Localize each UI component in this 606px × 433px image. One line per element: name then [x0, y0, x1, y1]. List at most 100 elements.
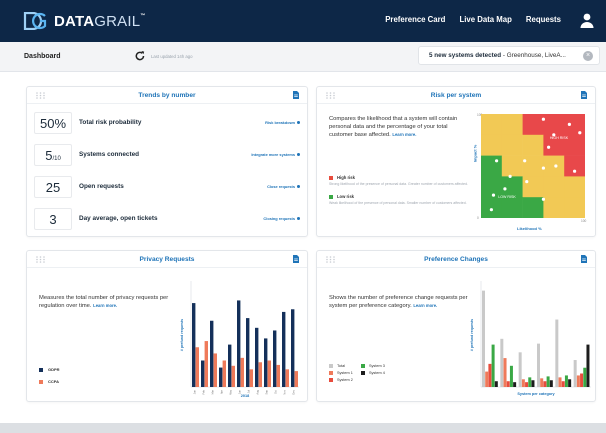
bar-system-3[interactable] [509, 365, 513, 387]
bar-gdpr[interactable] [210, 320, 214, 387]
learn-more-link[interactable]: Learn more. [392, 132, 416, 137]
document-icon[interactable] [293, 91, 299, 99]
system-point[interactable] [541, 117, 545, 121]
bar-gdpr[interactable] [246, 318, 250, 387]
document-icon[interactable] [581, 255, 587, 263]
document-icon[interactable] [293, 255, 299, 263]
bar-total[interactable] [573, 360, 577, 387]
bar-ccpa[interactable] [213, 353, 217, 387]
bar-system-4[interactable] [549, 380, 553, 387]
bar-total[interactable] [555, 319, 559, 387]
nav-live-data-map[interactable]: Live Data Map [459, 15, 511, 24]
system-point[interactable] [503, 187, 507, 191]
bar-ccpa[interactable] [258, 362, 262, 387]
bar-ccpa[interactable] [276, 364, 280, 387]
system-point[interactable] [554, 164, 558, 168]
heatmap-cell [522, 176, 544, 198]
bar-gdpr[interactable] [282, 311, 286, 387]
system-point[interactable] [578, 131, 582, 135]
close-requests-link[interactable]: Close requests [267, 184, 300, 189]
system-point[interactable] [523, 159, 527, 163]
x-tick-label: Mar [211, 390, 215, 395]
bar-gdpr[interactable] [291, 309, 295, 387]
system-point[interactable] [491, 193, 496, 197]
learn-more-link[interactable]: Learn more. [93, 303, 117, 308]
bar-system-1[interactable] [485, 371, 489, 387]
card-title: Risk per system [430, 91, 482, 99]
bar-system-4[interactable] [494, 381, 498, 387]
system-point[interactable] [541, 197, 545, 201]
bar-ccpa[interactable] [222, 360, 226, 388]
bar-ccpa[interactable] [240, 357, 244, 387]
bar-gdpr[interactable] [255, 327, 259, 387]
bar-system-3[interactable] [528, 377, 532, 387]
bar-gdpr[interactable] [273, 330, 277, 387]
bar-system-1[interactable] [558, 377, 562, 387]
bar-total[interactable] [537, 343, 540, 387]
new-systems-alert[interactable]: 5 new systems detected - Greenhouse, Liv… [418, 46, 600, 65]
bar-gdpr[interactable] [237, 300, 241, 387]
bar-ccpa[interactable] [195, 347, 199, 387]
datagrail-logo[interactable]: DATAGRAIL™ [23, 12, 145, 30]
bar-ccpa[interactable] [294, 371, 298, 387]
bar-system-2[interactable] [543, 381, 547, 387]
bar-system-3[interactable] [564, 375, 568, 387]
heatmap-cell [522, 155, 544, 177]
bar-system-4[interactable] [531, 380, 535, 387]
risk-breakdown-link[interactable]: Risk breakdown [265, 120, 300, 125]
bar-system-1[interactable] [503, 358, 507, 387]
closing-requests-link[interactable]: Closing requests [263, 216, 300, 221]
system-point[interactable] [547, 145, 551, 149]
bar-gdpr[interactable] [192, 303, 196, 387]
bar-system-3[interactable] [546, 376, 550, 387]
bar-system-2[interactable] [525, 382, 529, 387]
system-point[interactable] [508, 174, 512, 178]
bar-system-2[interactable] [561, 381, 565, 387]
bar-total[interactable] [482, 290, 485, 387]
x-tick-label: Nov [283, 389, 287, 394]
bar-system-4[interactable] [513, 382, 517, 387]
bar-system-1[interactable] [576, 375, 580, 387]
bar-ccpa[interactable] [231, 365, 235, 387]
bar-system-1[interactable] [521, 379, 525, 387]
user-icon[interactable] [580, 13, 594, 28]
document-icon[interactable] [581, 91, 587, 99]
bar-ccpa[interactable] [267, 360, 271, 388]
bar-ccpa[interactable] [249, 369, 253, 387]
nav-preference-card[interactable]: Preference Card [385, 15, 445, 24]
system-point[interactable] [495, 159, 499, 163]
refresh-icon[interactable] [134, 50, 146, 62]
y-axis-label: Impact % [472, 144, 478, 163]
system-point[interactable] [541, 166, 545, 170]
bar-system-2[interactable] [506, 381, 510, 387]
bar-total[interactable] [518, 352, 522, 387]
bar-system-3[interactable] [491, 344, 495, 387]
bar-system-2[interactable] [488, 363, 492, 387]
system-point[interactable] [525, 180, 529, 184]
bar-gdpr[interactable] [264, 338, 268, 387]
bar-system-3[interactable] [583, 367, 587, 387]
bar-gdpr[interactable] [228, 344, 232, 387]
nav-requests[interactable]: Requests [526, 15, 561, 24]
bar-system-4[interactable] [568, 379, 572, 387]
bar-ccpa[interactable] [204, 341, 208, 387]
system-point[interactable] [573, 169, 577, 173]
risk-description: Compares the likelihood that a system wi… [329, 116, 458, 138]
legend-total: Total [329, 364, 361, 368]
bar-system-1[interactable] [540, 378, 544, 387]
system-point[interactable] [489, 208, 493, 212]
bar-gdpr[interactable] [219, 367, 223, 387]
breadcrumb-dashboard[interactable]: Dashboard [24, 53, 61, 60]
top-navbar: DATAGRAIL™ Preference Card Live Data Map… [0, 0, 606, 42]
learn-more-link[interactable]: Learn more. [413, 303, 437, 308]
sub-header: Dashboard Last updated 14h ago 5 new sys… [0, 42, 606, 72]
close-icon[interactable]: × [583, 51, 593, 61]
bar-ccpa[interactable] [285, 369, 289, 387]
bar-gdpr[interactable] [201, 360, 205, 388]
bar-system-4[interactable] [586, 344, 590, 387]
bar-total[interactable] [500, 338, 504, 387]
system-point[interactable] [567, 122, 571, 126]
integrate-systems-link[interactable]: Integrate more systems [251, 152, 300, 157]
legend-gdpr: GDPR [39, 367, 60, 372]
bar-system-2[interactable] [580, 373, 584, 387]
